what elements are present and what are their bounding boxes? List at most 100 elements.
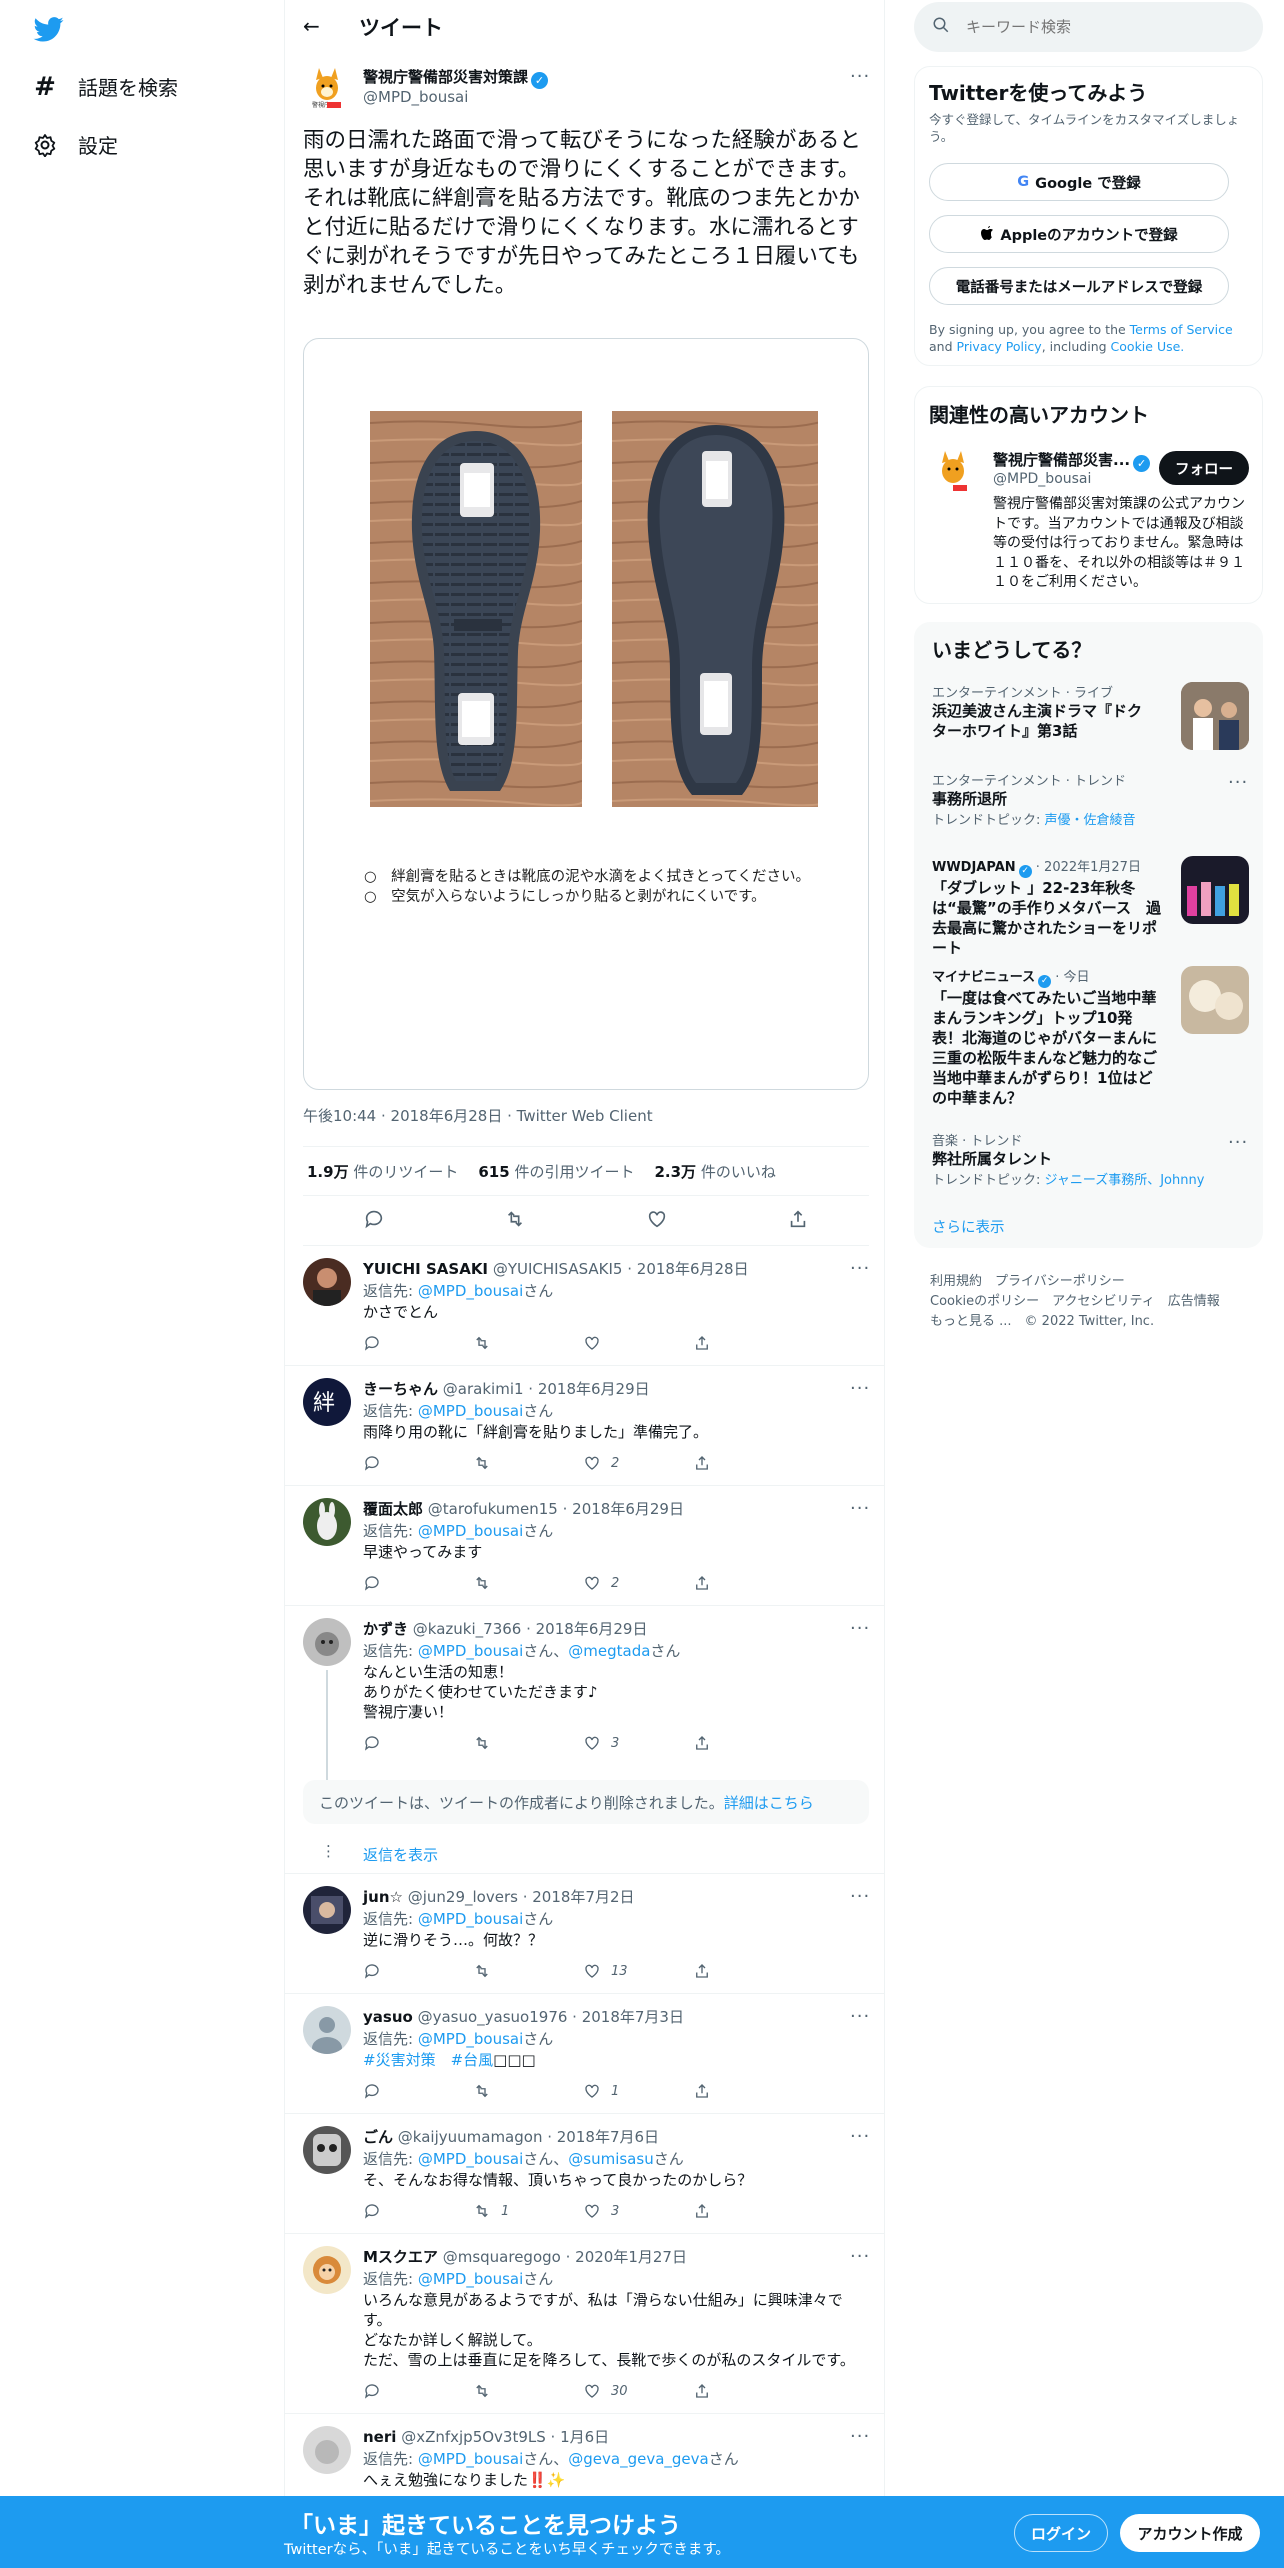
- like-icon[interactable]: 3: [583, 1734, 693, 1752]
- reply-icon[interactable]: [363, 1454, 473, 1472]
- more-options-icon[interactable]: ···: [850, 2006, 870, 2027]
- share-icon[interactable]: [693, 1334, 803, 1352]
- share-icon[interactable]: [693, 1734, 803, 1752]
- nav-explore[interactable]: # 話題を検索: [32, 72, 178, 102]
- reply-tweet[interactable]: かずき @kazuki_7366 · 2018年6月29日 ··· 返信先: @…: [285, 1606, 885, 1780]
- reply-avatar[interactable]: [303, 1258, 351, 1306]
- mention-link[interactable]: @MPD_bousai: [418, 1402, 523, 1420]
- reply-icon[interactable]: [363, 1734, 473, 1752]
- retweet-icon[interactable]: [504, 1208, 526, 1234]
- more-options-icon[interactable]: ···: [850, 1618, 870, 1639]
- share-icon[interactable]: [693, 1962, 803, 1980]
- show-replies-link[interactable]: 返信を表示: [363, 1844, 438, 1865]
- mention-link[interactable]: @sumisasu: [568, 2150, 653, 2168]
- reply-tweet[interactable]: jun☆ @jun29_lovers · 2018年7月2日 ··· 返信先: …: [285, 1874, 885, 1994]
- login-button[interactable]: ログイン: [1014, 2514, 1108, 2552]
- google-signup-button[interactable]: G Google で登録: [929, 163, 1229, 201]
- author-avatar[interactable]: 警視庁: [303, 66, 351, 114]
- like-icon[interactable]: [646, 1208, 668, 1234]
- retweet-icon[interactable]: [473, 1734, 583, 1752]
- mention-link[interactable]: @MPD_bousai: [418, 1910, 523, 1928]
- retweet-icon[interactable]: [473, 2082, 583, 2100]
- show-replies-row[interactable]: ⋮ 返信を表示: [285, 1834, 885, 1874]
- related-avatar[interactable]: [929, 449, 977, 497]
- mention-link[interactable]: @MPD_bousai: [418, 1522, 523, 1540]
- reply-icon[interactable]: [363, 1574, 473, 1592]
- reply-icon[interactable]: [363, 1962, 473, 1980]
- like-icon[interactable]: 3: [583, 2202, 693, 2220]
- show-more-link[interactable]: さらに表示: [932, 1216, 1005, 1237]
- footer-link[interactable]: 利用規約: [930, 1274, 982, 1289]
- mention-link[interactable]: @megtada: [568, 1642, 650, 1660]
- more-options-icon[interactable]: ···: [850, 2426, 870, 2447]
- mention-link[interactable]: @geva_geva_geva: [568, 2450, 708, 2468]
- trend-item[interactable]: 音楽 · トレンド 弊社所属タレント トレンドトピック: ジャニーズ事務所、Jo…: [932, 1130, 1252, 1188]
- reply-tweet[interactable]: neri @xZnfxjp5Ov3t9LS · 1月6日 ··· 返信先: @M…: [285, 2414, 885, 2504]
- cookie-link[interactable]: Cookie Use.: [1111, 339, 1185, 354]
- reply-tweet[interactable]: 覆面太郎 @tarofukumen15 · 2018年6月29日 ··· 返信先…: [285, 1486, 885, 1606]
- retweet-icon[interactable]: [473, 2382, 583, 2400]
- reply-avatar[interactable]: [303, 2426, 351, 2474]
- footer-link[interactable]: Cookieのポリシー: [930, 1294, 1039, 1309]
- more-options-icon[interactable]: ···: [850, 1498, 870, 1519]
- retweets-stat[interactable]: 1.9万 件のリツイート: [307, 1161, 458, 1182]
- like-icon[interactable]: 1: [583, 2082, 693, 2100]
- share-icon[interactable]: [693, 1454, 803, 1472]
- reply-tweet[interactable]: Mスクエア @msquaregogo · 2020年1月27日 ··· 返信先:…: [285, 2234, 885, 2414]
- more-options-icon[interactable]: ···: [850, 1378, 870, 1399]
- mention-link[interactable]: @MPD_bousai: [418, 2030, 523, 2048]
- nav-settings[interactable]: 設定: [32, 130, 118, 159]
- privacy-link[interactable]: Privacy Policy: [957, 339, 1042, 354]
- footer-more-link[interactable]: もっと見る ...: [930, 1314, 1012, 1329]
- search-input[interactable]: [966, 18, 1226, 36]
- share-icon[interactable]: [693, 2382, 803, 2400]
- more-options-icon[interactable]: ···: [1228, 1132, 1248, 1153]
- default-avatar-icon[interactable]: [303, 2006, 351, 2054]
- back-arrow-icon[interactable]: ←: [303, 14, 320, 38]
- footer-link[interactable]: 広告情報: [1168, 1294, 1220, 1309]
- reply-avatar[interactable]: [303, 2126, 351, 2174]
- search-box[interactable]: [914, 2, 1263, 52]
- like-icon[interactable]: 2: [583, 1574, 693, 1592]
- reply-icon[interactable]: [363, 2082, 473, 2100]
- share-icon[interactable]: [693, 2202, 803, 2220]
- apple-signup-button[interactable]: Appleのアカウントで登録: [929, 215, 1229, 253]
- retweet-icon[interactable]: [473, 1334, 583, 1352]
- reply-avatar[interactable]: [303, 1886, 351, 1934]
- reply-icon[interactable]: [363, 2382, 473, 2400]
- mention-link[interactable]: @MPD_bousai: [418, 1642, 523, 1660]
- more-options-icon[interactable]: ···: [850, 2126, 870, 2147]
- reply-tweet[interactable]: yasuo @yasuo_yasuo1976 · 2018年7月3日 ··· 返…: [285, 1994, 885, 2114]
- footer-link[interactable]: アクセシビリティ: [1052, 1294, 1155, 1309]
- reply-avatar[interactable]: 絆: [303, 1378, 351, 1426]
- reply-tweet[interactable]: ごん @kaijyuumamagon · 2018年7月6日 ··· 返信先: …: [285, 2114, 885, 2234]
- mention-link[interactable]: @MPD_bousai: [418, 2270, 523, 2288]
- tweet-image[interactable]: ○ 絆創膏を貼るときは靴底の泥や水滴をよく拭きとってください。 ○ 空気が入らな…: [303, 338, 869, 1090]
- retweet-icon[interactable]: [473, 1454, 583, 1472]
- reply-avatar[interactable]: [303, 1498, 351, 1546]
- more-options-icon[interactable]: ···: [1228, 772, 1248, 793]
- terms-link[interactable]: Terms of Service: [1130, 322, 1233, 337]
- reply-icon[interactable]: [363, 2202, 473, 2220]
- like-icon[interactable]: [583, 1334, 693, 1352]
- follow-button[interactable]: フォロー: [1159, 451, 1249, 485]
- mention-link[interactable]: @MPD_bousai: [418, 2150, 523, 2168]
- quotes-stat[interactable]: 615 件の引用ツイート: [478, 1161, 634, 1182]
- author-name-row[interactable]: 警視庁警備部災害対策課 ✓: [363, 66, 549, 89]
- mention-link[interactable]: @MPD_bousai: [418, 1282, 523, 1300]
- more-options-icon[interactable]: ···: [850, 66, 870, 87]
- footer-link[interactable]: プライバシーポリシー: [995, 1274, 1125, 1289]
- reply-avatar[interactable]: [303, 2246, 351, 2294]
- reply-tweet[interactable]: 絆 きーちゃん @arakimi1 · 2018年6月29日 ··· 返信先: …: [285, 1366, 885, 1486]
- retweet-icon[interactable]: 1: [473, 2202, 583, 2220]
- related-name-row[interactable]: 警視庁警備部災害... ✓: [993, 449, 1151, 472]
- reply-icon[interactable]: [363, 1334, 473, 1352]
- like-icon[interactable]: 13: [583, 1962, 693, 1980]
- twitter-logo-icon[interactable]: [32, 14, 66, 44]
- share-icon[interactable]: [787, 1208, 809, 1234]
- author-handle[interactable]: @MPD_bousai: [363, 88, 468, 106]
- retweet-icon[interactable]: [473, 1574, 583, 1592]
- phone-email-signup-button[interactable]: 電話番号またはメールアドレスで登録: [929, 267, 1229, 305]
- share-icon[interactable]: [693, 2082, 803, 2100]
- likes-stat[interactable]: 2.3万 件のいいね: [654, 1161, 775, 1182]
